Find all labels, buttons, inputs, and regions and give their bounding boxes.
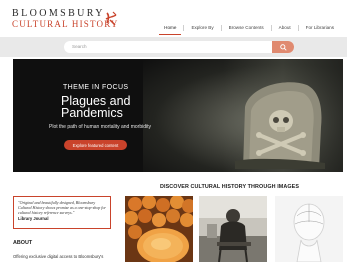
search-icon: [279, 43, 287, 51]
hero-title: Plagues and Pandemics: [61, 94, 131, 120]
nav-for-librarians[interactable]: For Librarians: [299, 24, 341, 32]
phrenology-head-image: [275, 196, 343, 262]
images-section-heading: DISCOVER CULTURAL HISTORY THROUGH IMAGES: [160, 184, 300, 190]
seated-figure-photo: [199, 196, 267, 262]
pumpkins-image: [125, 196, 193, 262]
search-input[interactable]: Search: [64, 41, 294, 53]
about-heading: ABOUT: [13, 240, 33, 246]
logo-mark-icon: [105, 11, 117, 26]
gravestone-skull-crossbones-image: [235, 82, 325, 169]
image-thumbnail-pumpkins[interactable]: [125, 196, 193, 262]
about-text: Offering exclusive digital access to Blo…: [13, 254, 104, 259]
nav-about[interactable]: About: [272, 24, 298, 32]
main-nav: Home Explore By Browse Contents About Fo…: [157, 24, 341, 35]
image-thumbnail-seated-figure[interactable]: [199, 196, 267, 262]
hero-subtitle: Plot the path of human mortality and mor…: [49, 124, 151, 130]
nav-browse-contents[interactable]: Browse Contents: [222, 24, 271, 32]
nav-explore-by[interactable]: Explore By: [184, 24, 220, 32]
search-placeholder: Search: [72, 44, 87, 49]
site-logo[interactable]: BLOOMSBURY CULTURAL HISTORY: [12, 9, 119, 30]
testimonial-source: Library Journal: [18, 216, 49, 221]
logo-line-2: CULTURAL HISTORY: [12, 19, 119, 29]
hero-banner: THEME IN FOCUS Plagues and Pandemics Plo…: [13, 59, 343, 172]
explore-featured-button[interactable]: Explore featured content: [64, 140, 127, 150]
testimonial-box: "Original and beautifully designed, Bloo…: [13, 196, 111, 229]
logo-line-1: BLOOMSBURY: [12, 8, 105, 19]
hero-kicker: THEME IN FOCUS: [63, 84, 129, 91]
image-thumbnail-phrenology-head[interactable]: [275, 196, 343, 262]
testimonial-quote: "Original and beautifully designed, Bloo…: [18, 200, 106, 215]
nav-home[interactable]: Home: [157, 24, 183, 35]
site-header: BLOOMSBURY CULTURAL HISTORY Home Explore…: [0, 0, 347, 38]
search-button[interactable]: [272, 41, 294, 53]
